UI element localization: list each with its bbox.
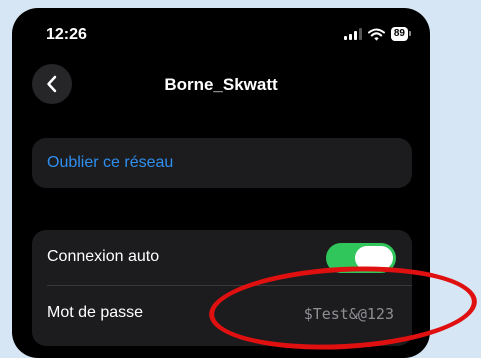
status-bar: 12:26 89 xyxy=(12,26,430,46)
network-title: Borne_Skwatt xyxy=(164,75,278,94)
forget-network-label: Oublier ce réseau xyxy=(47,154,174,171)
auto-connect-label: Connexion auto xyxy=(47,248,160,265)
cellular-signal-icon xyxy=(343,28,362,40)
auto-connect-toggle[interactable] xyxy=(326,243,396,273)
toggle-knob xyxy=(355,246,393,270)
phone-screen: 12:26 89 Borne_Skwatt Oublier ce réseau … xyxy=(12,8,430,358)
battery-icon: 89 xyxy=(390,27,412,41)
status-icons: 89 xyxy=(343,27,412,41)
password-label: Mot de passe xyxy=(47,304,144,321)
wifi-icon xyxy=(367,28,385,41)
password-value: $Test&@123 xyxy=(303,305,394,323)
auto-connect-row: Connexion auto xyxy=(32,230,412,285)
forget-network-button[interactable]: Oublier ce réseau xyxy=(32,138,412,188)
status-time: 12:26 xyxy=(46,26,87,43)
network-settings-group: Connexion auto Mot de passe $Test&@123 xyxy=(32,230,412,346)
password-row[interactable]: Mot de passe $Test&@123 xyxy=(32,286,412,341)
